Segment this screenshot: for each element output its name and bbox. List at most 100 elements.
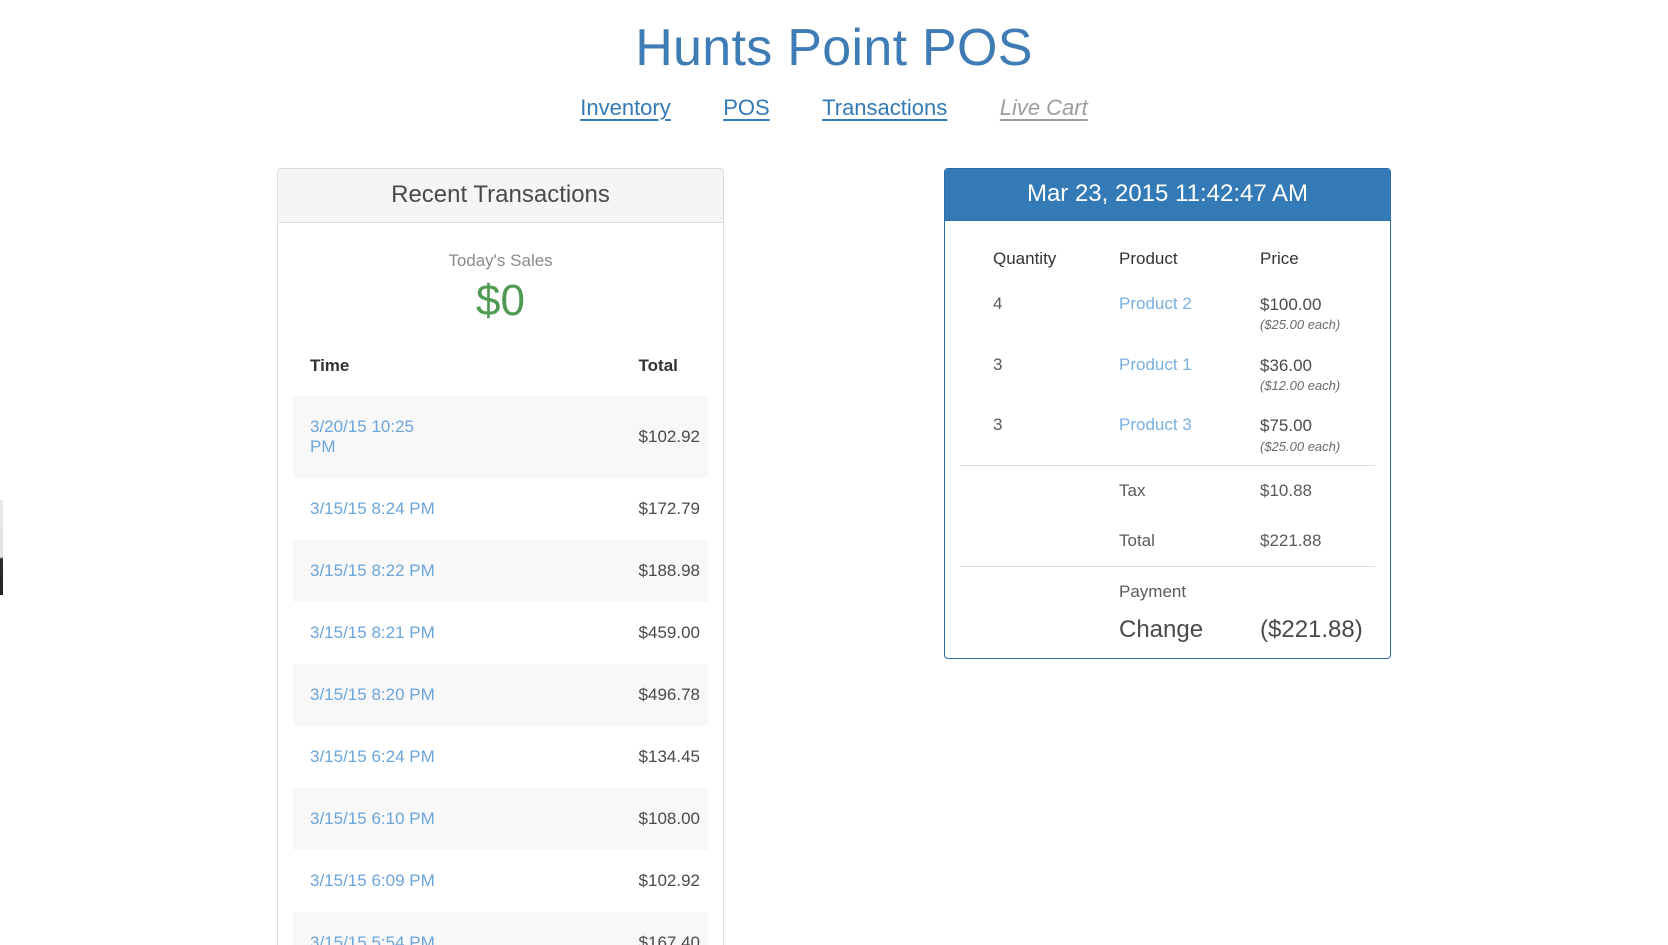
change-spacer-cell	[960, 608, 1119, 658]
transaction-time-link[interactable]: 3/15/15 8:20 PM	[310, 685, 435, 704]
cart-line-item-row[interactable]: 4 Product 2 $100.00 ($25.00 each)	[960, 283, 1375, 344]
cart-line-item-row[interactable]: 3 Product 3 $75.00 ($25.00 each)	[960, 404, 1375, 465]
transaction-time-cell: 3/15/15 8:21 PM	[293, 602, 447, 664]
recent-transactions-column: Recent Transactions Today's Sales $0 Tim…	[277, 168, 724, 945]
payment-value	[1260, 567, 1375, 609]
transaction-time-cell: 3/15/15 6:10 PM	[293, 788, 447, 850]
transaction-time-link[interactable]: 3/15/15 6:10 PM	[310, 809, 435, 828]
cart-column: Mar 23, 2015 11:42:47 AM Quantity Produc…	[944, 168, 1391, 660]
column-header-product: Product	[1119, 248, 1178, 268]
recent-transactions-panel-heading: Recent Transactions	[278, 169, 723, 223]
total-spacer-cell	[960, 516, 1119, 567]
nav-link-pos[interactable]: POS	[723, 97, 769, 119]
product-link[interactable]: Product 3	[1119, 415, 1192, 434]
payment-label: Payment	[1119, 582, 1187, 602]
table-row[interactable]: 3/15/15 8:20 PM $496.78	[293, 663, 708, 726]
cart-table-head: Quantity Product Price	[960, 235, 1375, 283]
line-item-product-cell: Product 2	[1119, 283, 1260, 344]
cart-totals-group: Tax $10.88 Total $221.88	[960, 465, 1375, 567]
transaction-total-cell: $108.00	[638, 808, 700, 828]
line-item-unit-price: ($25.00 each)	[1260, 438, 1341, 454]
transaction-time-link[interactable]: 3/20/15 10:25 PM	[310, 417, 414, 456]
transaction-time-cell: 3/15/15 6:09 PM	[293, 850, 447, 912]
table-row[interactable]: 3/15/15 8:22 PM $188.98	[293, 539, 708, 602]
todays-sales-label: Today's Sales	[448, 250, 553, 270]
transaction-total-cell: $134.45	[638, 746, 700, 766]
transaction-total-cell: $172.79	[638, 498, 700, 518]
transaction-time-link[interactable]: 3/15/15 6:09 PM	[310, 871, 435, 890]
payment-spacer-cell	[960, 567, 1119, 609]
transaction-time-link[interactable]: 3/15/15 8:24 PM	[310, 499, 435, 518]
cart-line-items: 4 Product 2 $100.00 ($25.00 each) 3 Prod…	[960, 283, 1375, 466]
total-label: Total	[1119, 531, 1155, 551]
column-header-quantity: Quantity	[993, 248, 1057, 268]
transaction-total-cell: $496.78	[638, 684, 700, 704]
transaction-time-cell: 3/15/15 8:24 PM	[293, 478, 447, 540]
transaction-total-cell: $459.00	[638, 622, 700, 642]
line-item-unit-price: ($12.00 each)	[1260, 377, 1341, 393]
line-item-product-cell: Product 3	[1119, 404, 1260, 465]
transactions-table: Time Total 3/20/15 10:25 PM $102.92 3/15…	[293, 348, 708, 945]
transaction-time-cell: 3/15/15 8:20 PM	[293, 664, 447, 726]
transaction-time-link[interactable]: 3/15/15 8:22 PM	[310, 561, 435, 580]
transaction-time-link[interactable]: 3/15/15 5:54 PM	[310, 933, 435, 945]
nav-link-transactions[interactable]: Transactions	[822, 97, 947, 119]
transactions-table-head: Time Total	[293, 348, 708, 396]
recent-transactions-title: Recent Transactions	[391, 181, 610, 208]
line-item-price: $36.00	[1260, 355, 1312, 375]
line-item-quantity: 3	[993, 415, 1003, 435]
cart-payment-group: Payment Change ($221.88)	[960, 566, 1375, 659]
nav-link-live-cart[interactable]: Live Cart	[1000, 97, 1088, 119]
nav-link-inventory[interactable]: Inventory	[580, 97, 671, 119]
table-row[interactable]: 3/15/15 8:21 PM $459.00	[293, 602, 708, 664]
table-row[interactable]: 3/15/15 6:09 PM $102.92	[293, 850, 708, 912]
line-item-product-cell: Product 1	[1119, 344, 1260, 405]
line-item-quantity: 3	[993, 354, 1003, 374]
todays-sales-summary: Today's Sales $0	[293, 239, 708, 326]
line-item-price-cell: $36.00 ($12.00 each)	[1260, 344, 1375, 405]
todays-sales-value: $0	[476, 276, 525, 326]
cart-total-row: Total $221.88	[960, 516, 1375, 567]
transaction-time-cell: 3/20/15 10:25 PM	[293, 396, 447, 478]
transaction-total-cell: $102.92	[638, 426, 700, 446]
transaction-time-cell: 3/15/15 5:54 PM	[293, 912, 447, 945]
transaction-time-cell: 3/15/15 8:22 PM	[293, 540, 447, 602]
table-row[interactable]: 3/15/15 6:10 PM $108.00	[293, 787, 708, 850]
table-row[interactable]: 3/15/15 6:24 PM $134.45	[293, 726, 708, 788]
column-header-total: Total	[638, 355, 678, 375]
page-title: Hunts Point POS	[635, 19, 1033, 77]
transaction-total-cell: $167.40	[638, 932, 700, 945]
viewport-edge-artifact	[0, 500, 3, 595]
transaction-time-cell: 3/15/15 6:24 PM	[293, 726, 447, 788]
product-link[interactable]: Product 2	[1119, 294, 1192, 313]
main-navigation: Inventory POS Transactions Live Cart	[0, 97, 1668, 119]
cart-change-row: Change ($221.88)	[960, 608, 1375, 658]
tax-spacer-cell	[960, 466, 1119, 517]
cart-payment-row: Payment	[960, 567, 1375, 609]
transaction-time-link[interactable]: 3/15/15 6:24 PM	[310, 747, 435, 766]
line-item-price-cell: $100.00 ($25.00 each)	[1260, 283, 1375, 344]
change-label: Change	[1119, 616, 1204, 644]
cart-panel-body: Quantity Product Price 4 Product 2 $100.…	[945, 221, 1390, 659]
recent-transactions-panel: Recent Transactions Today's Sales $0 Tim…	[277, 168, 724, 945]
transactions-header-row: Time Total	[293, 348, 708, 396]
line-item-quantity: 4	[993, 293, 1003, 313]
table-row[interactable]: 3/15/15 5:54 PM $167.40	[293, 911, 708, 945]
total-value: $221.88	[1260, 531, 1322, 551]
column-header-time: Time	[310, 355, 350, 375]
cart-panel-heading: Mar 23, 2015 11:42:47 AM	[945, 169, 1390, 221]
recent-transactions-panel-body: Today's Sales $0 Time Total 3/20/15 10:2…	[278, 223, 723, 945]
transaction-total-cell: $188.98	[638, 560, 700, 580]
cart-tax-row: Tax $10.88	[960, 466, 1375, 517]
transaction-time-link[interactable]: 3/15/15 8:21 PM	[310, 623, 435, 642]
table-row[interactable]: 3/20/15 10:25 PM $102.92	[293, 395, 708, 478]
cart-line-item-row[interactable]: 3 Product 1 $36.00 ($12.00 each)	[960, 344, 1375, 405]
cart-timestamp-title: Mar 23, 2015 11:42:47 AM	[1026, 180, 1309, 207]
line-item-price: $100.00	[1260, 294, 1322, 314]
line-item-price-cell: $75.00 ($25.00 each)	[1260, 404, 1375, 465]
column-header-price: Price	[1260, 248, 1299, 268]
product-link[interactable]: Product 1	[1119, 355, 1192, 374]
line-item-unit-price: ($25.00 each)	[1260, 317, 1341, 333]
table-row[interactable]: 3/15/15 8:24 PM $172.79	[293, 478, 708, 540]
cart-table: Quantity Product Price 4 Product 2 $100.…	[960, 235, 1375, 659]
